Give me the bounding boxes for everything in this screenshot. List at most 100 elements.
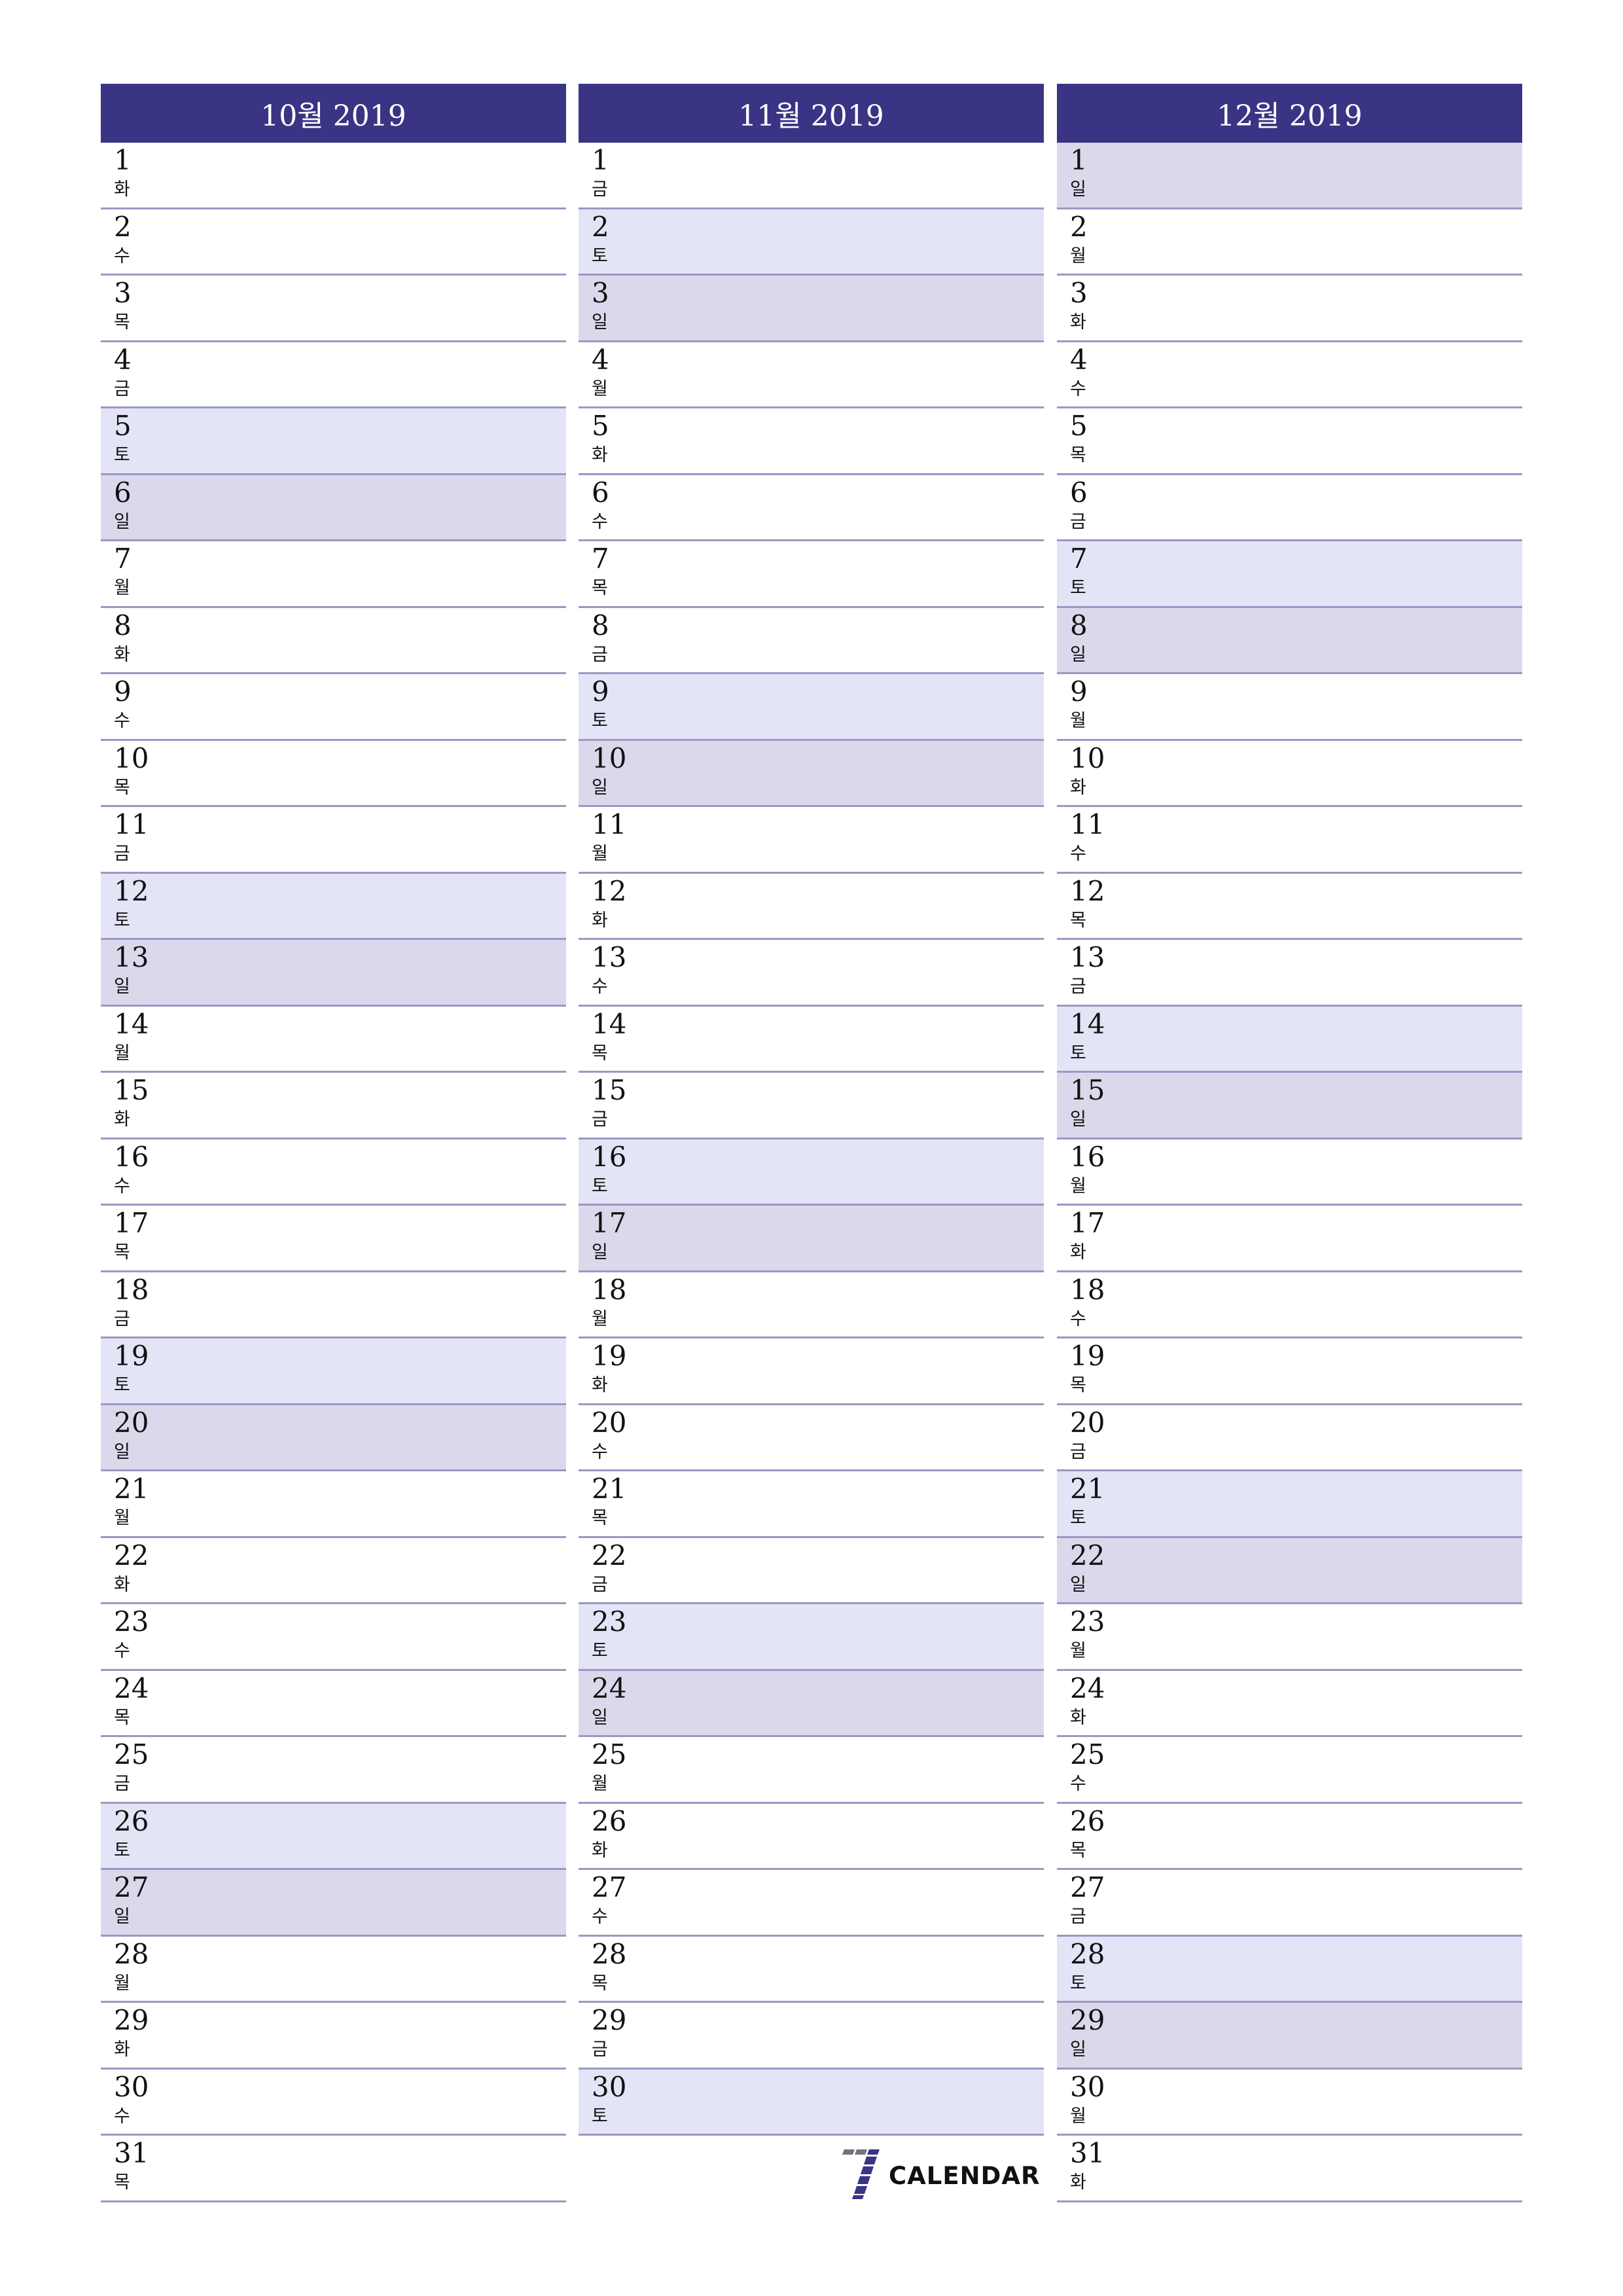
day-row[interactable]: 30 수 bbox=[101, 2070, 566, 2136]
day-number: 11 bbox=[1070, 808, 1105, 840]
day-row[interactable]: 9월 bbox=[1057, 674, 1522, 741]
day-row[interactable]: 29 일 bbox=[1057, 2003, 1522, 2070]
day-row[interactable]: 12 토 bbox=[101, 873, 566, 940]
day-row[interactable]: 13 수 bbox=[579, 940, 1044, 1007]
day-row[interactable]: 1화 bbox=[101, 143, 566, 209]
day-row[interactable]: 4금 bbox=[101, 342, 566, 408]
day-row[interactable]: 11 월 bbox=[579, 807, 1044, 874]
day-row[interactable]: 4월 bbox=[579, 342, 1044, 408]
day-row[interactable]: 18 수 bbox=[1057, 1272, 1522, 1338]
day-row[interactable]: 5목 bbox=[1057, 408, 1522, 475]
day-row[interactable]: 22 일 bbox=[1057, 1537, 1522, 1604]
day-row[interactable]: 15 화 bbox=[101, 1073, 566, 1139]
day-row[interactable]: 19 화 bbox=[579, 1338, 1044, 1405]
day-row[interactable]: 26 화 bbox=[579, 1804, 1044, 1870]
day-row[interactable]: 14 월 bbox=[101, 1007, 566, 1073]
day-row[interactable]: 27 금 bbox=[1057, 1870, 1522, 1937]
day-row[interactable]: 12 목 bbox=[1057, 874, 1522, 940]
day-number: 5 bbox=[1070, 410, 1088, 442]
day-row[interactable]: 25 금 bbox=[101, 1737, 566, 1804]
day-row[interactable]: 26 목 bbox=[1057, 1804, 1522, 1870]
day-row[interactable]: 19 목 bbox=[1057, 1338, 1522, 1405]
day-row[interactable]: 18 금 bbox=[101, 1272, 566, 1338]
day-row[interactable]: 9수 bbox=[101, 674, 566, 741]
day-row[interactable]: 20 금 bbox=[1057, 1405, 1522, 1471]
day-row[interactable]: 3화 bbox=[1057, 276, 1522, 342]
day-row[interactable]: 29 화 bbox=[101, 2003, 566, 2070]
day-row[interactable]: 31 화 bbox=[1057, 2136, 1522, 2202]
day-row[interactable]: 7토 bbox=[1057, 541, 1522, 608]
day-row[interactable]: 1일 bbox=[1057, 143, 1522, 209]
day-row[interactable]: 7월 bbox=[101, 541, 566, 608]
day-row[interactable]: 23 수 bbox=[101, 1604, 566, 1671]
day-row[interactable]: 31 목 bbox=[101, 2136, 566, 2202]
day-row[interactable]: 10 목 bbox=[101, 741, 566, 807]
day-row[interactable]: 28 토 bbox=[1057, 1936, 1522, 2003]
day-row[interactable]: 27 일 bbox=[101, 1870, 566, 1937]
weekday-label: 화 bbox=[1070, 312, 1086, 332]
day-row[interactable]: 15 금 bbox=[579, 1073, 1044, 1139]
day-row[interactable]: 5토 bbox=[101, 408, 566, 475]
day-row[interactable]: 19 토 bbox=[101, 1338, 566, 1405]
day-row[interactable]: 20 수 bbox=[579, 1405, 1044, 1471]
day-row[interactable]: 5화 bbox=[579, 408, 1044, 475]
day-row[interactable]: 6일 bbox=[101, 475, 566, 541]
day-row[interactable]: 10 일 bbox=[579, 740, 1044, 807]
weekday-label: 목 bbox=[592, 1973, 608, 1994]
day-row[interactable]: 16 수 bbox=[101, 1139, 566, 1206]
day-row[interactable]: 10 화 bbox=[1057, 741, 1522, 807]
day-row[interactable]: 23 월 bbox=[1057, 1604, 1522, 1671]
day-row[interactable]: 14 목 bbox=[579, 1007, 1044, 1073]
day-row[interactable]: 27 수 bbox=[579, 1870, 1044, 1937]
day-row[interactable]: 13 일 bbox=[101, 940, 566, 1007]
day-row[interactable]: 4수 bbox=[1057, 342, 1522, 408]
day-row[interactable]: 13 금 bbox=[1057, 940, 1522, 1007]
weekday-label: 토 bbox=[114, 910, 130, 931]
day-row[interactable]: 24 일 bbox=[579, 1670, 1044, 1737]
day-row[interactable]: 6수 bbox=[579, 475, 1044, 541]
day-row[interactable]: 2수 bbox=[101, 209, 566, 276]
day-row[interactable]: 30 토 bbox=[579, 2069, 1044, 2136]
weekday-label: 수 bbox=[1070, 1308, 1086, 1329]
day-row[interactable]: 8일 bbox=[1057, 607, 1522, 674]
day-row[interactable]: 9토 bbox=[579, 674, 1044, 741]
day-row[interactable]: 16 토 bbox=[579, 1139, 1044, 1206]
day-row[interactable]: 22 화 bbox=[101, 1538, 566, 1604]
day-row[interactable]: 17 일 bbox=[579, 1206, 1044, 1272]
day-row[interactable]: 8금 bbox=[579, 608, 1044, 674]
day-row[interactable]: 25 수 bbox=[1057, 1737, 1522, 1804]
day-row[interactable]: 1금 bbox=[579, 143, 1044, 209]
day-row[interactable]: 18 월 bbox=[579, 1272, 1044, 1338]
day-row[interactable]: 22 금 bbox=[579, 1538, 1044, 1604]
day-row[interactable]: 17 화 bbox=[1057, 1206, 1522, 1272]
weekday-label: 일 bbox=[1070, 1109, 1086, 1130]
day-row[interactable]: 6금 bbox=[1057, 475, 1522, 541]
day-row[interactable]: 3목 bbox=[101, 276, 566, 342]
day-row[interactable]: 21 목 bbox=[579, 1471, 1044, 1538]
day-row[interactable]: 12 화 bbox=[579, 874, 1044, 940]
day-number: 12 bbox=[1070, 874, 1105, 907]
day-row[interactable]: 25 월 bbox=[579, 1737, 1044, 1804]
day-row[interactable]: 2토 bbox=[579, 209, 1044, 276]
day-row[interactable]: 24 화 bbox=[1057, 1671, 1522, 1737]
day-row[interactable]: 8화 bbox=[101, 608, 566, 674]
day-row[interactable]: 26 토 bbox=[101, 1803, 566, 1870]
day-row[interactable]: 20 일 bbox=[101, 1405, 566, 1471]
day-row[interactable]: 28 월 bbox=[101, 1937, 566, 2003]
day-row[interactable]: 28 목 bbox=[579, 1937, 1044, 2003]
day-row[interactable]: 11 금 bbox=[101, 807, 566, 874]
day-row[interactable]: 2월 bbox=[1057, 209, 1522, 276]
day-row[interactable]: 15 일 bbox=[1057, 1073, 1522, 1139]
day-row[interactable]: 30 월 bbox=[1057, 2070, 1522, 2136]
day-row[interactable]: 24 목 bbox=[101, 1671, 566, 1737]
day-row[interactable]: 7목 bbox=[579, 541, 1044, 608]
day-row[interactable]: 21 토 bbox=[1057, 1471, 1522, 1538]
day-row[interactable]: 23 토 bbox=[579, 1604, 1044, 1671]
day-row[interactable]: 16 월 bbox=[1057, 1139, 1522, 1206]
day-row[interactable]: 21 월 bbox=[101, 1471, 566, 1538]
day-row[interactable]: 11 수 bbox=[1057, 807, 1522, 874]
day-row[interactable]: 17 목 bbox=[101, 1206, 566, 1272]
day-row[interactable]: 29 금 bbox=[579, 2003, 1044, 2070]
day-row[interactable]: 3일 bbox=[579, 276, 1044, 342]
day-row[interactable]: 14 토 bbox=[1057, 1006, 1522, 1073]
